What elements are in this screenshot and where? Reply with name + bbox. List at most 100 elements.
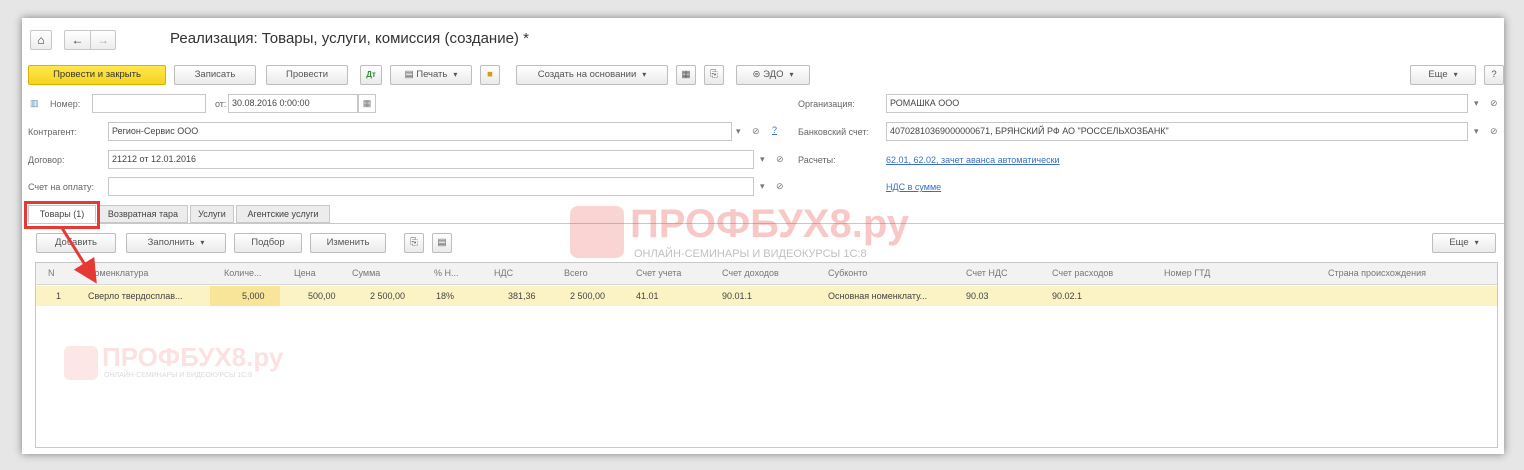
vat-link[interactable]: НДС в сумме xyxy=(886,182,941,192)
printer-icon: ▤ xyxy=(404,69,417,80)
watermark-tagline: ОНЛАЙН-СЕМИНАРЫ И ВИДЕОКУРСЫ 1С:8 xyxy=(634,248,867,260)
back-arrow-icon: ← xyxy=(71,33,84,47)
column-header[interactable]: Цена xyxy=(294,268,316,278)
table-cell[interactable]: 500,00 xyxy=(308,291,336,301)
back-button[interactable]: ← xyxy=(64,30,90,50)
date-field[interactable]: 30.08.2016 0:00:00 xyxy=(228,94,358,113)
post-and-close-button[interactable]: Провести и закрыть xyxy=(28,65,166,85)
column-header[interactable]: Номер ГТД xyxy=(1164,268,1210,278)
table-row[interactable]: 1 Сверло твердосплав... 5,000 500,00 2 5… xyxy=(36,286,1497,306)
bank-account-field[interactable]: 40702810369000000671, БРЯНСКИЙ РФ АО "РО… xyxy=(886,122,1468,141)
table-cell[interactable]: 2 500,00 xyxy=(570,291,605,301)
column-header[interactable]: НДС xyxy=(494,268,513,278)
bank-account-label: Банковский счет: xyxy=(798,127,870,137)
column-header[interactable]: Сумма xyxy=(352,268,380,278)
forward-button[interactable]: → xyxy=(90,30,116,50)
chevron-down-icon: ▾ xyxy=(1453,70,1458,79)
table-cell[interactable]: 2 500,00 xyxy=(370,291,405,301)
watermark-brand: ПРОФБУХ8.ру xyxy=(102,342,284,372)
table-cell[interactable]: 18% xyxy=(436,291,454,301)
pick-button[interactable]: Подбор xyxy=(234,233,302,253)
column-header[interactable]: Количе... xyxy=(224,268,262,278)
settlements-link[interactable]: 62.01, 62.02, зачет аванса автоматически xyxy=(886,155,1060,165)
dt-kt-icon: Дт xyxy=(366,70,376,79)
table-cell[interactable]: 5,000 xyxy=(242,291,265,301)
table-cell[interactable]: 381,36 xyxy=(508,291,536,301)
contract-open-icon[interactable]: ⊘ xyxy=(776,154,784,165)
copy-row-button[interactable]: ⎘ xyxy=(404,233,424,253)
bank-account-open-icon[interactable]: ⊘ xyxy=(1490,126,1498,137)
chevron-down-icon: ▾ xyxy=(200,238,205,247)
more-button[interactable]: Еще ▾ xyxy=(1410,65,1476,85)
paste-row-button[interactable]: ▤ xyxy=(432,233,452,253)
organization-field[interactable]: РОМАШКА ООО xyxy=(886,94,1468,113)
table-header: N Номенклатура Количе... Цена Сумма % Н.… xyxy=(36,263,1497,285)
contractor-dropdown[interactable]: ▾ xyxy=(736,126,741,137)
bank-account-dropdown[interactable]: ▾ xyxy=(1474,126,1479,137)
table-cell: Сверло твердосплав... xyxy=(88,291,183,301)
number-label: Номер: xyxy=(50,99,81,109)
invoice-open-icon[interactable]: ⊘ xyxy=(776,181,784,192)
contract-dropdown[interactable]: ▾ xyxy=(760,154,765,165)
folder-icon: ■ xyxy=(487,69,493,80)
change-button[interactable]: Изменить xyxy=(310,233,386,253)
fill-button[interactable]: Заполнить ▾ xyxy=(126,233,226,253)
save-button[interactable]: Записать xyxy=(174,65,256,85)
watermark-tagline: ОНЛАЙН-СЕМИНАРЫ И ВИДЕОКУРСЫ 1С:8 xyxy=(104,372,253,379)
chevron-down-icon: ▾ xyxy=(1474,238,1479,247)
date-label: от: xyxy=(215,99,227,109)
column-header[interactable]: Счет НДС xyxy=(966,268,1008,278)
organization-open-icon[interactable]: ⊘ xyxy=(1490,98,1498,109)
invoice-label: Счет на оплату: xyxy=(28,182,95,192)
invoice-field[interactable] xyxy=(108,177,754,196)
tab-services[interactable]: Услуги xyxy=(190,205,234,223)
invoice-dropdown[interactable]: ▾ xyxy=(760,181,765,192)
column-header[interactable]: Субконто xyxy=(828,268,867,278)
column-header[interactable]: Всего xyxy=(564,268,588,278)
contractor-field[interactable]: Регион-Сервис ООО xyxy=(108,122,732,141)
report-button[interactable]: ▦ xyxy=(676,65,696,85)
contractor-label: Контрагент: xyxy=(28,127,78,137)
watermark-logo-icon xyxy=(570,206,624,258)
grid-more-button[interactable]: Еще ▾ xyxy=(1432,233,1496,253)
tab-returnable-packaging[interactable]: Возвратная тара xyxy=(98,205,188,223)
table-cell[interactable]: Основная номенклату... xyxy=(828,291,927,301)
document-window: ⌂ ← → Реализация: Товары, услуги, комисс… xyxy=(22,18,1504,454)
column-header[interactable]: Страна происхождения xyxy=(1328,268,1426,278)
dt-kt-button[interactable]: Дт xyxy=(360,65,382,85)
paperclip-icon: ⎘ xyxy=(710,69,718,80)
edo-button[interactable]: ⊜ ЭДО ▾ xyxy=(736,65,810,85)
forward-arrow-icon: → xyxy=(97,33,109,47)
tab-agent-services[interactable]: Агентские услуги xyxy=(236,205,330,223)
create-based-on-button[interactable]: Создать на основании ▾ xyxy=(516,65,668,85)
chevron-down-icon: ▾ xyxy=(642,70,647,79)
contractor-open-icon[interactable]: ⊘ xyxy=(752,126,760,137)
report-icon: ▦ xyxy=(681,69,691,80)
table-cell[interactable]: 41.01 xyxy=(636,291,659,301)
chevron-down-icon: ▾ xyxy=(453,70,458,79)
chevron-down-icon: ▾ xyxy=(789,70,794,79)
watermark-logo-icon xyxy=(64,346,98,380)
contract-field[interactable]: 21212 от 12.01.2016 xyxy=(108,150,754,169)
contractor-help-icon[interactable]: ? xyxy=(772,125,777,135)
column-header[interactable]: Счет учета xyxy=(636,268,681,278)
attachments-button[interactable]: ■ xyxy=(480,65,500,85)
column-header[interactable]: % Н... xyxy=(434,268,459,278)
help-button[interactable]: ? xyxy=(1484,65,1504,85)
table-cell[interactable]: 90.02.1 xyxy=(1052,291,1082,301)
copy-icon: ⎘ xyxy=(410,237,418,248)
table-cell[interactable]: 90.03 xyxy=(966,291,989,301)
home-button[interactable]: ⌂ xyxy=(30,30,52,50)
paste-icon: ▤ xyxy=(437,237,447,248)
print-button[interactable]: ▤ Печать ▾ xyxy=(390,65,472,85)
column-header[interactable]: Счет расходов xyxy=(1052,268,1113,278)
organization-dropdown[interactable]: ▾ xyxy=(1474,98,1479,109)
number-field[interactable] xyxy=(92,94,206,113)
calendar-icon[interactable]: ▦ xyxy=(358,94,376,113)
column-header[interactable]: Счет доходов xyxy=(722,268,779,278)
post-button[interactable]: Провести xyxy=(266,65,348,85)
table-cell[interactable]: 90.01.1 xyxy=(722,291,752,301)
window-title: Реализация: Товары, услуги, комиссия (со… xyxy=(170,30,529,47)
table-cell: 1 xyxy=(56,291,62,301)
attach-file-button[interactable]: ⎘ xyxy=(704,65,724,85)
